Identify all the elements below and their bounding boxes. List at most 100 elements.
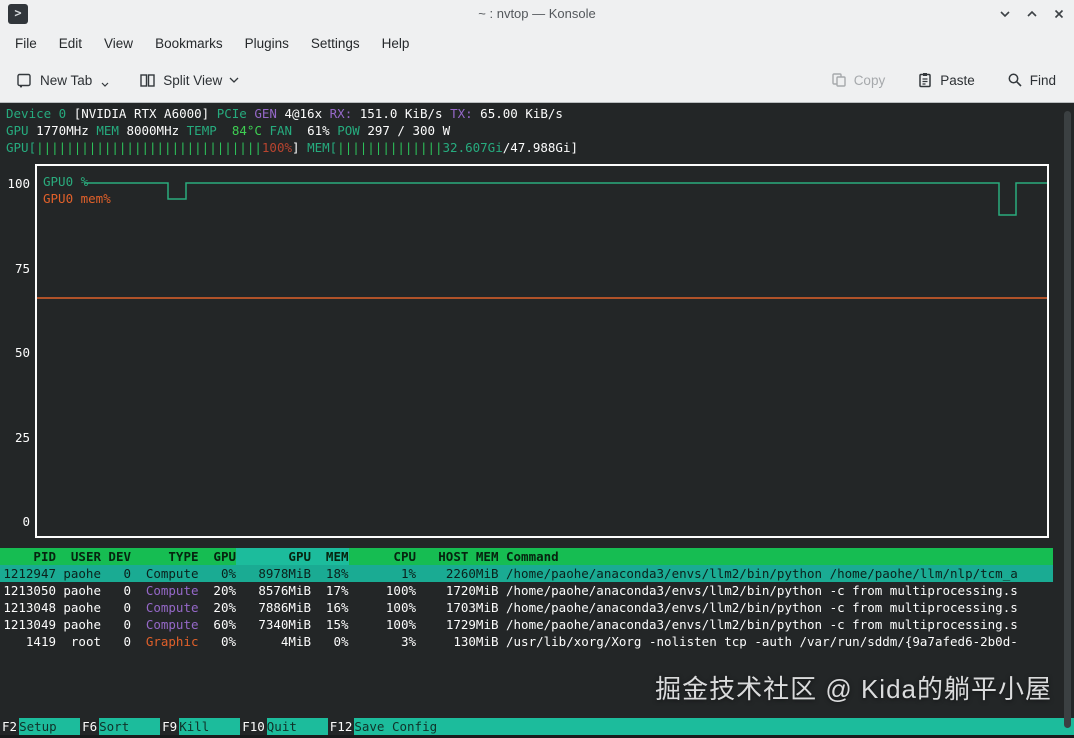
col-header[interactable]: USER xyxy=(56,548,101,565)
watermark-text: 掘金技术社区 @ Kida的躺平小屋 xyxy=(655,674,1052,704)
process-cell: 0 xyxy=(123,617,131,632)
find-button[interactable]: Find xyxy=(999,66,1064,94)
process-cell: Graphic xyxy=(145,634,199,649)
process-cell: 0 xyxy=(123,634,131,649)
fkey-action-save-config[interactable]: Save Config xyxy=(354,718,1074,735)
process-cell: 7886MiB xyxy=(258,600,311,615)
new-tab-label: New Tab xyxy=(40,72,93,88)
process-cell: 130MiB xyxy=(453,634,499,649)
fkey-bar: F2 Setup F6 Sort F9 Kill F10 Quit F12 Save Config xyxy=(0,718,1074,735)
process-cell: Compute xyxy=(145,617,199,632)
copy-icon xyxy=(831,72,847,88)
fkey-f10: F10 xyxy=(240,718,267,735)
menubar: File Edit View Bookmarks Plugins Settings Help xyxy=(0,28,1074,58)
process-cell: 20% xyxy=(213,583,236,598)
process-cell: 1% xyxy=(400,566,416,581)
process-cell: 60% xyxy=(213,617,236,632)
process-cell: paohe xyxy=(63,600,101,615)
window-title: ~ : nvtop — Konsole xyxy=(478,6,596,21)
col-header[interactable]: MEM xyxy=(311,548,349,565)
split-view-button[interactable]: Split View xyxy=(131,66,247,95)
process-cell: /home/paohe/anaconda3/envs/llm2/bin/pyth… xyxy=(506,583,1018,598)
fkey-action-setup[interactable]: Setup xyxy=(19,718,81,735)
process-cell: 8576MiB xyxy=(258,583,311,598)
terminal-text-line: GPU 1770MHz MEM 8000MHz TEMP 84°C FAN 61… xyxy=(6,123,451,138)
process-row[interactable]: 1213049 paohe 0 Compute 60% 7340MiB 15% 100% 172… xyxy=(0,616,1053,633)
process-cell: paohe xyxy=(63,583,101,598)
col-header[interactable]: Command xyxy=(499,548,1054,565)
paste-button[interactable]: Paste xyxy=(909,66,983,94)
process-cell: 18% xyxy=(325,566,349,581)
process-cell: 100% xyxy=(385,600,416,615)
gpu-history-chart: GPU0 % GPU0 mem% xyxy=(35,164,1049,538)
fkey-action-sort[interactable]: Sort xyxy=(99,718,161,735)
menu-bookmarks[interactable]: Bookmarks xyxy=(144,36,234,51)
process-cell: 20% xyxy=(213,600,236,615)
legend-item: GPU0 % xyxy=(43,174,89,189)
menu-view[interactable]: View xyxy=(93,36,144,51)
process-cell: 0 xyxy=(123,583,131,598)
search-icon xyxy=(1007,72,1023,88)
paste-icon xyxy=(917,72,933,88)
fkey-f2: F2 xyxy=(0,718,20,735)
process-cell: 100% xyxy=(385,583,416,598)
col-header[interactable]: CPU xyxy=(349,548,416,565)
fkey-f12: F12 xyxy=(327,718,355,735)
process-cell: 0% xyxy=(220,634,236,649)
fkey-action-quit[interactable]: Quit xyxy=(266,718,328,735)
y-tick-label: 0 xyxy=(22,514,30,529)
maximize-icon[interactable] xyxy=(1025,7,1039,21)
fkey-action-kill[interactable]: Kill xyxy=(179,718,241,735)
process-cell: 3% xyxy=(400,634,416,649)
process-cell: paohe xyxy=(63,566,101,581)
process-cell: Compute xyxy=(145,583,199,598)
close-icon[interactable] xyxy=(1052,7,1066,21)
paste-label: Paste xyxy=(940,72,975,88)
process-row[interactable]: 1213050 paohe 0 Compute 20% 8576MiB 17% 100% 172… xyxy=(0,582,1053,599)
terminal-text-line: Device 0 [NVIDIA RTX A6000] PCIe GEN 4@1… xyxy=(6,106,563,121)
process-cell: 1703MiB xyxy=(445,600,499,615)
col-header[interactable]: DEV xyxy=(101,548,131,565)
legend-item: GPU0 mem% xyxy=(43,191,111,206)
process-table-header: PID USER DEV TYPE GPU GPU MEM CPU HOST MEM Comman… xyxy=(0,548,1053,565)
process-cell: root xyxy=(70,634,101,649)
process-row[interactable]: 1212947 paohe 0 Compute 0% 8978MiB 18% 1% 2260Mi… xyxy=(0,565,1053,582)
process-cell: 0% xyxy=(220,566,236,581)
scrollbar[interactable] xyxy=(1064,111,1071,728)
col-header[interactable]: GPU xyxy=(199,548,236,565)
titlebar[interactable]: > ~ : nvtop — Konsole xyxy=(0,0,1074,28)
col-header[interactable]: TYPE xyxy=(131,548,198,565)
y-tick-label: 25 xyxy=(14,429,30,445)
process-cell: 1720MiB xyxy=(445,583,499,598)
process-cell: 2260MiB xyxy=(445,566,499,581)
col-header[interactable]: HOST MEM xyxy=(416,548,498,565)
new-tab-icon xyxy=(16,72,33,89)
col-header[interactable]: PID xyxy=(0,548,56,565)
menu-settings[interactable]: Settings xyxy=(300,36,371,51)
minimize-icon[interactable] xyxy=(998,7,1012,21)
process-cell: Compute xyxy=(145,566,199,581)
menu-file[interactable]: File xyxy=(4,36,48,51)
process-cell: 1213049 xyxy=(3,617,56,632)
fkey-f6: F6 xyxy=(80,718,100,735)
terminal-view[interactable]: Device 0 [NVIDIA RTX A6000] PCIe GEN 4@1… xyxy=(0,103,1074,738)
process-row[interactable]: 1213048 paohe 0 Compute 20% 7886MiB 16% 100% 170… xyxy=(0,599,1053,616)
y-tick-label: 50 xyxy=(14,345,30,360)
terminal-text-line: GPU[||||||||||||||||||||||||||||||100%] … xyxy=(6,140,579,155)
process-cell: 1213048 xyxy=(3,600,56,615)
process-cell: 1213050 xyxy=(3,583,56,598)
menu-plugins[interactable]: Plugins xyxy=(234,36,300,51)
col-header[interactable]: GPU xyxy=(236,548,311,565)
process-row[interactable]: 1419 root 0 Graphic 0% 4MiB 0% 3% 130MiB/usr/lib… xyxy=(0,633,1053,650)
process-cell: 0 xyxy=(123,600,131,615)
process-cell: /home/paohe/anaconda3/envs/llm2/bin/pyth… xyxy=(506,600,1018,615)
process-cell: 1729MiB xyxy=(445,617,499,632)
new-tab-button[interactable]: New Tab xyxy=(8,66,117,95)
copy-button[interactable]: Copy xyxy=(823,66,894,94)
menu-help[interactable]: Help xyxy=(371,36,421,51)
split-view-icon xyxy=(139,72,156,89)
process-cell: 15% xyxy=(325,617,349,632)
process-cell: /home/paohe/anaconda3/envs/llm2/bin/pyth… xyxy=(506,566,1018,581)
y-tick-label: 100 xyxy=(7,176,30,191)
menu-edit[interactable]: Edit xyxy=(48,36,93,51)
